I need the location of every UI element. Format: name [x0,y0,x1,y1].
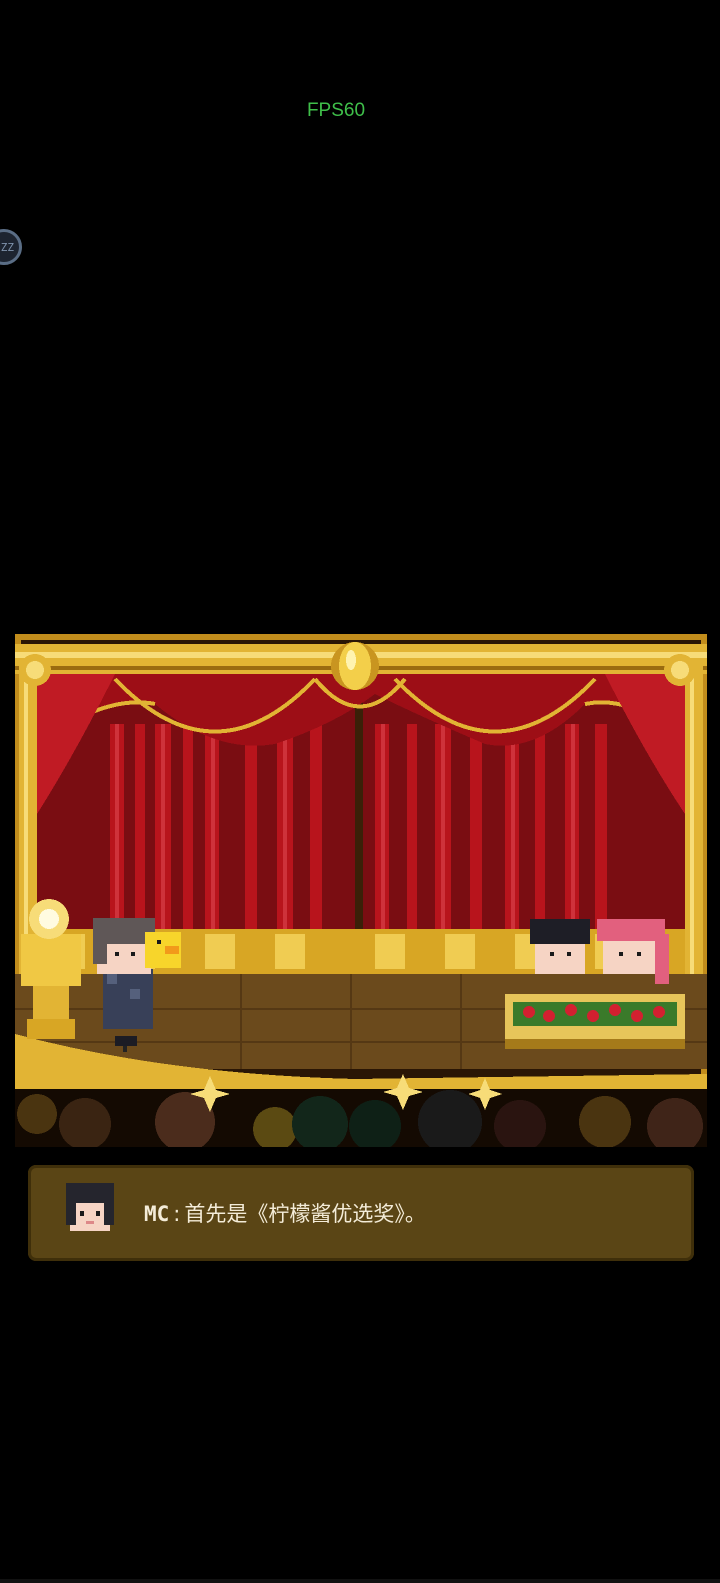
dialog-text: 首先是《柠檬酱优选奖》。 [184,1202,426,1226]
floating-assistant-button[interactable]: ZZ [0,229,22,265]
bottom-edge-bar [0,1579,720,1583]
dialog-line: MC: 首先是《柠檬酱优选奖》。 [144,1198,426,1228]
mc-avatar [66,1183,114,1231]
award-stage-scene [15,634,707,1147]
floating-button-label: ZZ [0,240,14,254]
dialog-speaker: MC [144,1202,170,1226]
dialog-separator: : [173,1202,181,1226]
dialog-box[interactable]: MC: 首先是《柠檬酱优选奖》。 [28,1165,694,1261]
fps-counter: FPS60 [306,100,366,121]
